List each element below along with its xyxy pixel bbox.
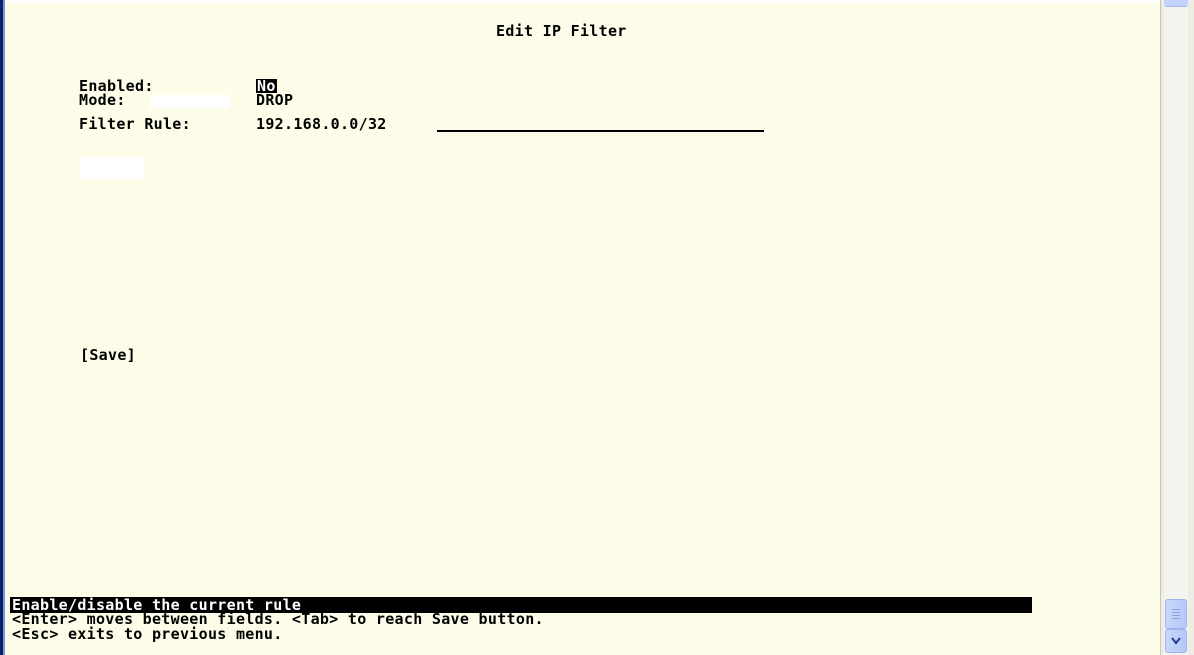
- hint-line-2: <Esc> exits to previous menu.: [12, 625, 283, 643]
- scroll-down-button[interactable]: [1165, 629, 1187, 653]
- blank-area: [80, 157, 144, 179]
- grip-line: [1172, 609, 1180, 610]
- chevron-down-icon: [1171, 637, 1181, 645]
- filter-rule-label: Filter Rule:: [79, 115, 191, 133]
- mode-field[interactable]: DROP: [256, 93, 293, 108]
- hint-line-1: <Enter> moves between fields. <Tab> to r…: [12, 610, 544, 628]
- filter-rule-field[interactable]: 192.168.0.0/32: [256, 117, 387, 132]
- filter-rule-input-underline[interactable]: [437, 130, 764, 132]
- save-button[interactable]: [Save]: [80, 348, 136, 363]
- mode-label: Mode:: [79, 91, 126, 109]
- window-left-border-shadow: [3, 0, 5, 655]
- scrollbar-top-cap: [1164, 0, 1188, 7]
- blank-area: [150, 95, 230, 108]
- terminal-screen: Edit IP Filter Enabled: No Mode: DROP Fi…: [0, 0, 1194, 655]
- scrollbar-thumb[interactable]: [1165, 599, 1187, 629]
- window-top-edge: [0, 0, 1160, 3]
- page-title: Edit IP Filter: [496, 22, 627, 40]
- scrollbar-track[interactable]: [1164, 0, 1188, 655]
- grip-line: [1172, 612, 1180, 613]
- grip-line: [1172, 615, 1180, 616]
- grip-line: [1172, 618, 1180, 619]
